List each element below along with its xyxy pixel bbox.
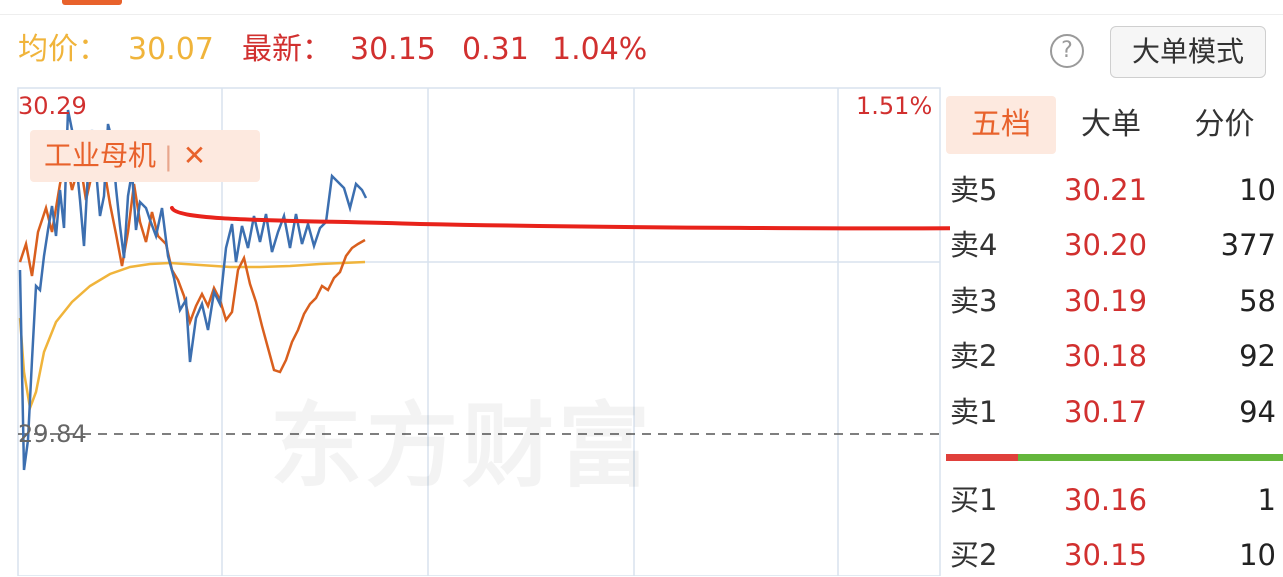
- ask-price: 30.21: [1064, 173, 1148, 207]
- sector-tag-label: 工业母机: [44, 139, 157, 172]
- bid-row: 买2 30.15 10: [946, 533, 1276, 577]
- ask-label: 卖1: [950, 395, 998, 429]
- ask-price: 30.18: [1064, 339, 1148, 373]
- annotation-stroke: [170, 206, 950, 231]
- ask-price: 30.19: [1064, 284, 1148, 318]
- close-icon[interactable]: ✕: [183, 139, 206, 172]
- bid-price: 30.15: [1064, 538, 1148, 572]
- ask-row: 卖1 30.17 94: [946, 390, 1276, 434]
- ask-quantity: 377: [1220, 228, 1276, 262]
- ask-row: 卖2 30.18 92: [946, 334, 1276, 378]
- bid-label: 买2: [950, 538, 998, 572]
- ask-label: 卖4: [950, 228, 998, 262]
- ask-price: 30.20: [1064, 228, 1148, 262]
- buy-ratio-bar: [1018, 454, 1283, 461]
- sector-tag-separator: |: [164, 142, 173, 172]
- ask-row: 卖3 30.19 58: [946, 279, 1276, 323]
- help-icon[interactable]: ?: [1050, 34, 1084, 68]
- ask-price: 30.17: [1064, 395, 1148, 429]
- sector-tag[interactable]: 工业母机 | ✕: [30, 130, 260, 182]
- ask-label: 卖3: [950, 284, 998, 318]
- tab-big-order[interactable]: 大单: [1056, 96, 1166, 154]
- ask-label: 卖5: [950, 173, 998, 207]
- bid-quantity: 10: [1239, 538, 1276, 572]
- bid-price: 30.16: [1064, 483, 1148, 517]
- chart-price-high: 30.29: [18, 92, 87, 120]
- tab-five-level[interactable]: 五档: [946, 96, 1056, 154]
- bid-quantity: 1: [1257, 483, 1276, 517]
- watermark-logo: 东方财富: [270, 372, 654, 505]
- ask-quantity: 58: [1239, 284, 1276, 318]
- ask-label: 卖2: [950, 339, 998, 373]
- ask-quantity: 92: [1239, 339, 1276, 373]
- ask-row: 卖5 30.21 10: [946, 168, 1276, 212]
- sell-ratio-bar: [946, 454, 1018, 461]
- bid-row: 买1 30.16 1: [946, 478, 1276, 522]
- bid-label: 买1: [950, 483, 998, 517]
- ask-quantity: 94: [1239, 395, 1276, 429]
- chart-price-base: 29.84: [18, 420, 87, 448]
- ask-quantity: 10: [1239, 173, 1276, 207]
- ask-row: 卖4 30.20 377: [946, 223, 1276, 267]
- big-order-mode-button[interactable]: 大单模式: [1110, 26, 1266, 78]
- chart-percent-high: 1.51%: [856, 92, 933, 120]
- tab-price-distribution[interactable]: 分价: [1166, 96, 1283, 154]
